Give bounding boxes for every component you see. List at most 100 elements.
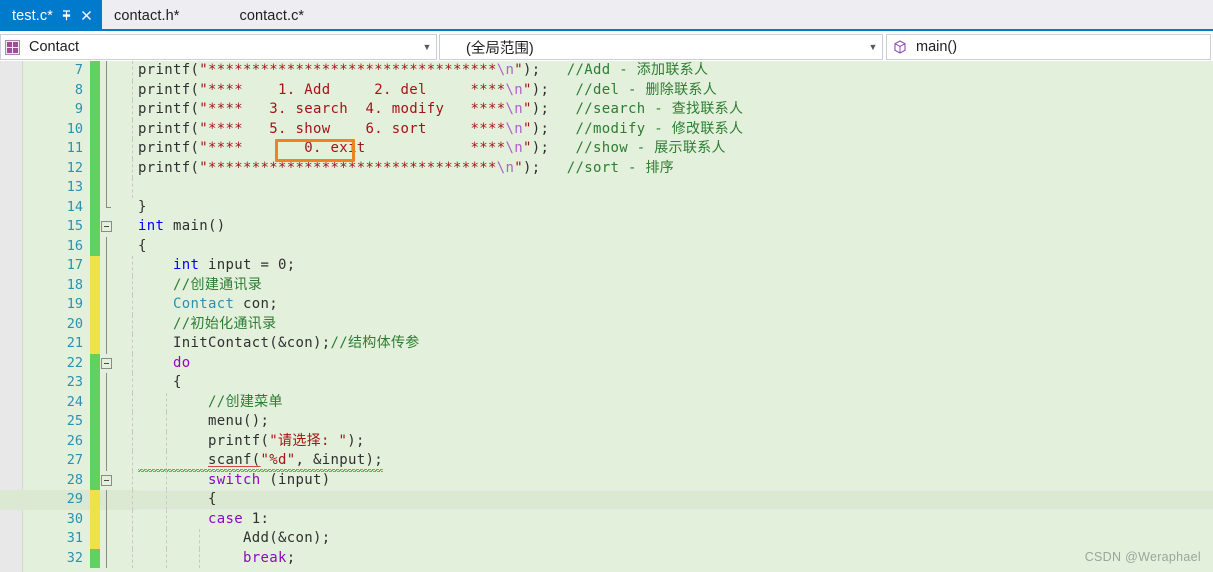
code-token: " [522,140,532,156]
line-number: 15 [66,218,83,234]
code-text: case 1: [138,510,269,530]
code-line[interactable]: 29 { [0,490,1213,510]
code-text: switch (input) [138,471,331,491]
line-number: 16 [66,237,83,254]
line-number: 21 [66,335,83,351]
code-line[interactable]: 11 printf("**** 0. exit ****\n"); //show … [0,139,1213,159]
code-line[interactable]: 18 //创建通讯录 [0,275,1213,295]
scope-dropdown[interactable]: Contact ▼ [0,34,437,60]
code-line[interactable]: 13 [0,178,1213,198]
code-line-container: 7 printf("*******************************… [0,61,1213,568]
code-line[interactable]: 9 printf("**** 3. search 4. modify ****\n… [0,100,1213,120]
change-indicator-bar [90,80,100,100]
fold-region-line [106,509,107,529]
line-number: 7 [74,62,83,78]
code-line[interactable]: 27 scanf("%d", &input); [0,451,1213,472]
code-text: { [138,237,147,257]
line-number: 10 [66,120,83,137]
code-token: printf( [138,159,200,176]
code-line[interactable]: 28 switch (input) [0,470,1213,491]
indent-guide [132,100,133,120]
line-number: 14 [66,198,83,215]
code-text: int input = 0; [138,256,296,276]
code-token: ); [347,432,365,449]
code-token: " [199,140,208,156]
code-line[interactable]: 14} [0,197,1213,217]
change-indicator-bar [90,178,100,198]
code-token: break [243,549,287,566]
code-token: printf( [208,432,270,449]
change-indicator-bar [90,412,100,432]
line-number: 28 [66,471,83,488]
code-line[interactable]: 30 case 1: [0,509,1213,530]
chevron-down-icon[interactable]: ▼ [418,42,436,52]
member-dropdown[interactable]: (全局范围) ▼ [439,34,883,60]
fold-collapse-icon[interactable] [101,474,112,486]
code-line[interactable]: 31 Add(&con); [0,529,1213,549]
code-line[interactable]: 24 //创建菜单 [0,392,1213,412]
code-token: **** 5. show 6. sort **** [208,120,506,137]
code-token: ); [522,159,541,176]
code-line[interactable]: 19 Contact con; [0,295,1213,315]
code-line[interactable]: 8 printf("**** 1. Add 2. del ****\n"); //… [0,80,1213,101]
change-indicator-bar [90,236,100,256]
change-indicator-bar [90,392,100,412]
code-token: " [522,81,532,98]
line-number: 27 [66,452,83,468]
change-indicator-bar [90,61,100,81]
code-line[interactable]: 10 printf("**** 5. show 6. sort ****\n");… [0,119,1213,139]
tab-contact-h[interactable]: contact.h* [102,0,202,31]
code-line[interactable]: 15 int main() [0,217,1213,237]
code-token: **** 1. Add 2. del **** [208,81,506,98]
code-line[interactable]: 17 int input = 0; [0,256,1213,276]
code-token: { [208,491,217,507]
pin-icon[interactable] [60,9,73,22]
function-dropdown[interactable]: main() [886,34,1211,60]
code-text: InitContact(&con);//结构体传参 [138,334,420,354]
code-text: printf("**** 1. Add 2. del ****\n"); //d… [138,81,717,101]
code-token: ); [531,81,550,98]
change-indicator-bar [90,158,100,178]
line-number: 11 [66,140,83,156]
close-icon[interactable] [80,9,93,22]
fold-collapse-icon[interactable] [101,357,112,369]
change-indicator-bar [90,256,100,276]
indent-guide [132,529,133,549]
code-line[interactable]: 32 break; [0,548,1213,568]
line-number: 26 [66,432,83,449]
indent-guide [132,412,133,432]
code-line[interactable]: 26 printf("请选择: "); [0,431,1213,451]
change-indicator-bar [90,295,100,315]
code-line[interactable]: 22 do [0,353,1213,373]
line-number: 31 [66,530,83,546]
code-token: printf( [138,120,200,137]
fold-region-line [106,431,107,451]
code-line[interactable]: 21 InitContact(&con);//结构体传参 [0,334,1213,354]
code-editor-surface[interactable]: 7 printf("*******************************… [0,61,1213,572]
code-line[interactable]: 20 //初始化通讯录 [0,314,1213,334]
fold-collapse-icon[interactable] [101,221,112,232]
code-line[interactable]: 23 { [0,373,1213,393]
fold-region-line [106,178,107,198]
chevron-down-icon[interactable]: ▼ [864,42,882,52]
code-token: //创建菜单 [208,393,283,410]
code-token: " [199,101,208,117]
code-token: \n [505,81,523,98]
tab-contact-c[interactable]: contact.c* [201,0,327,31]
code-line[interactable]: 12 printf("******************************… [0,158,1213,178]
code-token: ); [522,62,541,78]
indent-guide [132,119,133,139]
indent-guide [132,314,133,334]
struct-icon [5,39,20,55]
code-line[interactable]: 16 { [0,236,1213,257]
code-line[interactable]: 7 printf("*******************************… [0,61,1213,81]
code-token: //sort - 排序 [566,159,675,176]
fold-region-line [106,412,107,432]
tab-test-c[interactable]: test.c* [0,0,102,31]
line-number: 30 [66,510,83,527]
code-line[interactable]: 25 menu(); [0,412,1213,432]
